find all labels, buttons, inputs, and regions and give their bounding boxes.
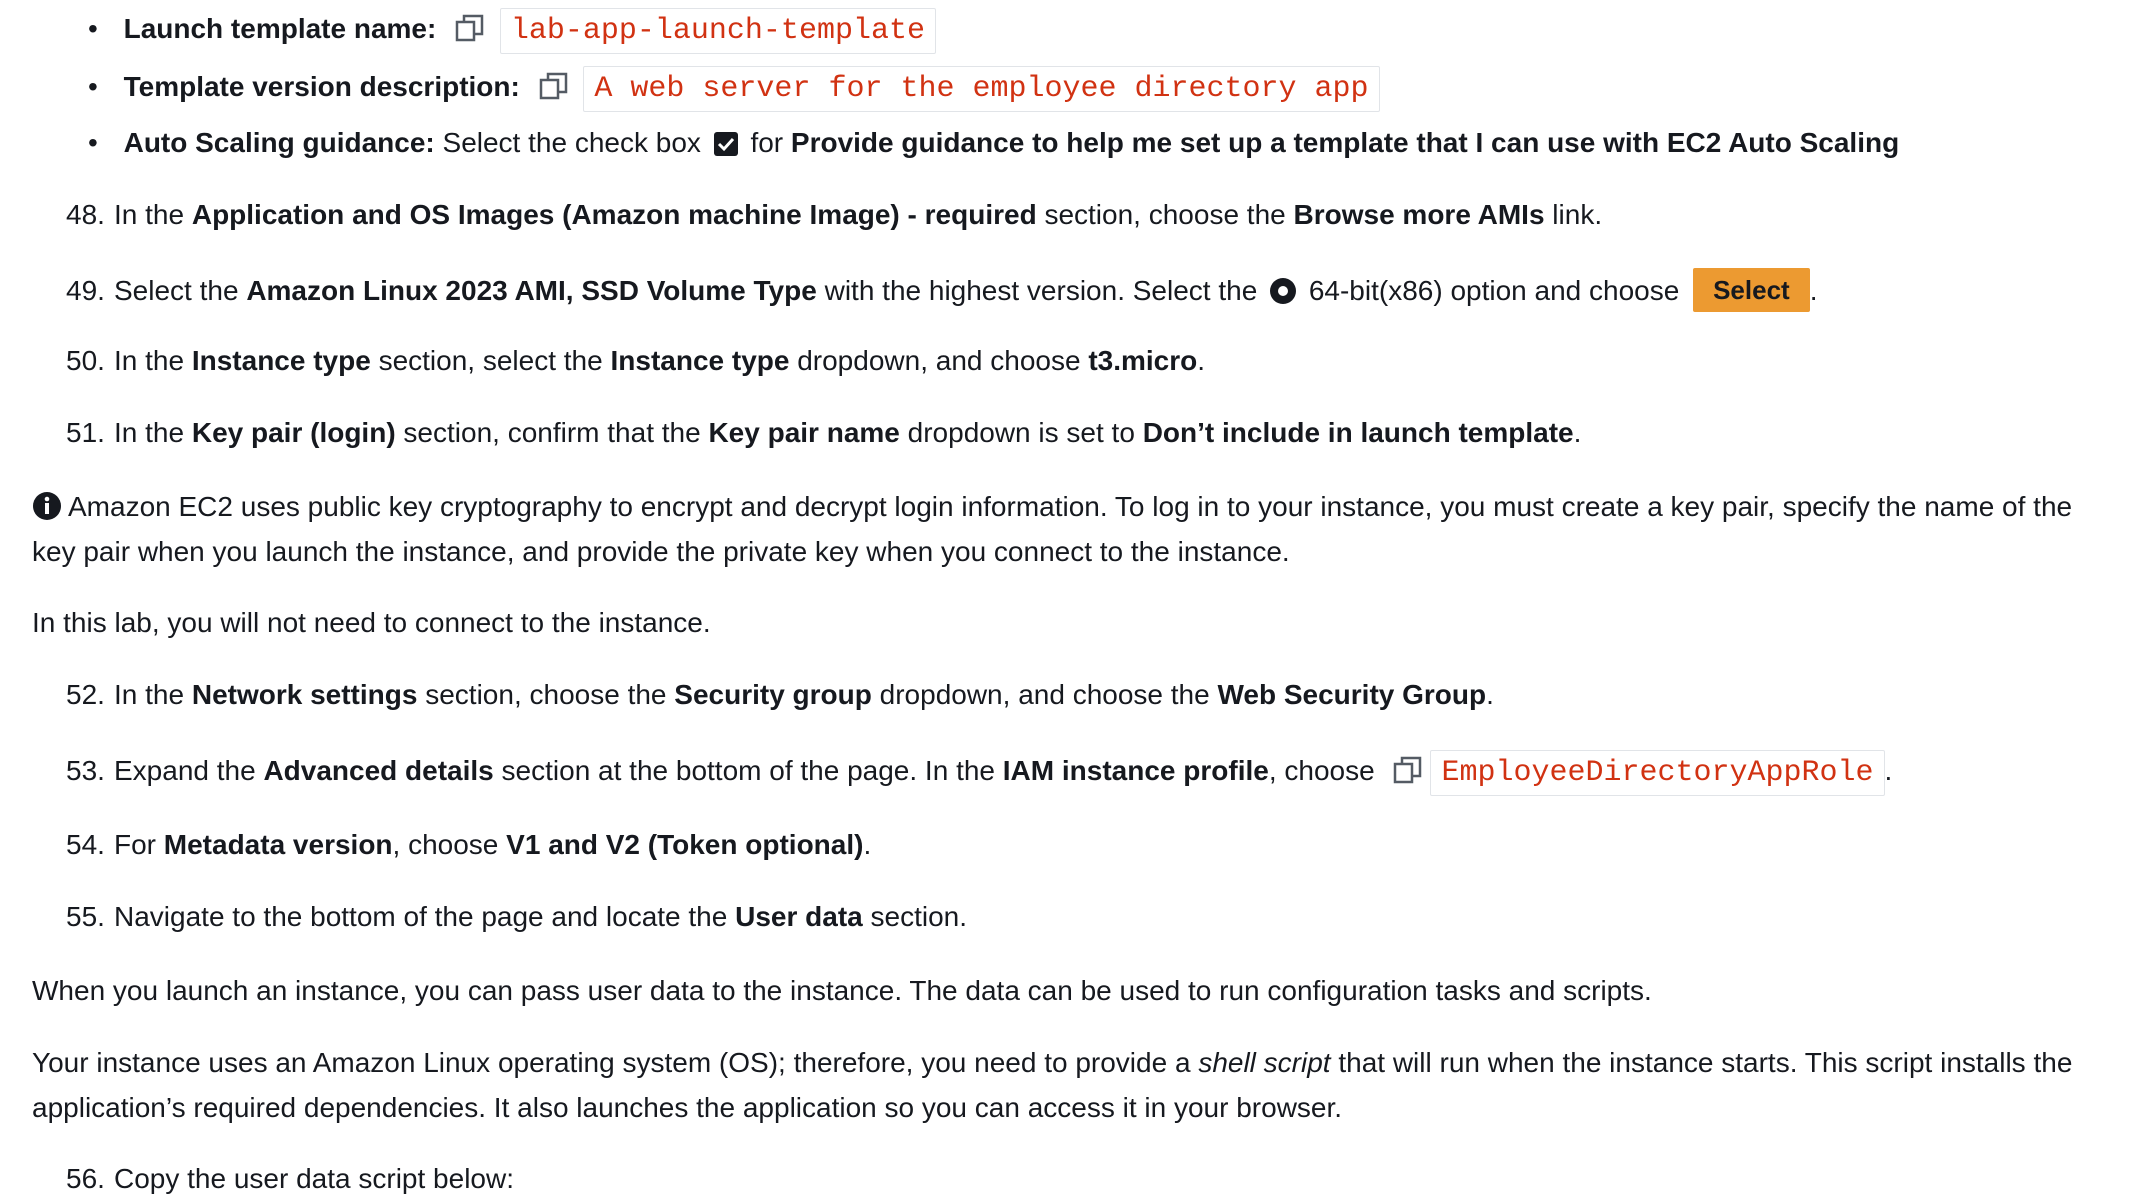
bold-text: Key pair (login) [191, 417, 396, 448]
step-number: 56. [66, 1163, 105, 1194]
info-icon [33, 492, 61, 520]
step-51: 51. In the Key pair (login) section, conf… [66, 414, 1581, 452]
bold-text: t3.micro [1088, 345, 1198, 376]
text: dropdown, and choose [789, 345, 1089, 376]
code-launch-template-name[interactable]: lab-app-launch-template [499, 8, 936, 54]
step-number: 51. [66, 417, 105, 448]
text: Your instance uses an Amazon Linux opera… [32, 1047, 1199, 1078]
text: Select the [114, 275, 247, 306]
text: In this lab, you will not need to connec… [32, 607, 711, 638]
lab-instructions: • Launch template name: lab-app-launch-t… [0, 0, 2132, 1202]
bold-text: Instance type [610, 345, 790, 376]
bold-text: Provide guidance to help me set up a tem… [790, 127, 1900, 158]
text: In the [114, 199, 192, 230]
code-template-version-description[interactable]: A web server for the employee directory … [583, 66, 1380, 112]
text: link. [1544, 199, 1603, 230]
bold-text: Web Security Group [1217, 679, 1487, 710]
text: , choose [392, 829, 507, 860]
bold-text: Advanced details [263, 755, 494, 786]
bold-text: IAM instance profile [1002, 755, 1269, 786]
step-50: 50. In the Instance type section, select … [66, 342, 1205, 380]
step-number: 50. [66, 345, 105, 376]
text: In the [114, 345, 192, 376]
text: Navigate to the bottom of the page and l… [114, 901, 736, 932]
radio-selected-icon [1270, 278, 1297, 304]
step-53: 53. Expand the Advanced details section a… [66, 750, 1892, 796]
text: . [1573, 417, 1582, 448]
text: Expand the [114, 755, 264, 786]
text: . [1884, 755, 1893, 786]
bold-text: V1 and V2 (Token optional) [506, 829, 864, 860]
copy-icon[interactable] [454, 12, 486, 44]
text: . [1486, 679, 1494, 710]
info-paragraph: Amazon EC2 uses public key cryptography … [32, 484, 2122, 574]
bullet-template-version-description: • Template version description: A web se… [88, 66, 1380, 112]
info-text: Amazon EC2 uses public key cryptography … [32, 491, 2073, 567]
bullet-dot: • [88, 71, 98, 102]
step-number: 48. [66, 199, 105, 230]
copy-icon[interactable] [1392, 754, 1424, 786]
step-number: 52. [66, 679, 105, 710]
text: 64-bit(x86) option and choose [1301, 275, 1688, 306]
code-iam-instance-profile[interactable]: EmployeeDirectoryAppRole [1430, 750, 1885, 796]
bold-text: Instance type [191, 345, 371, 376]
bold-text: Browse more AMIs [1293, 199, 1545, 230]
bold-text: Network settings [191, 679, 418, 710]
text: section at the bottom of the page. In th… [493, 755, 1003, 786]
text: for [742, 127, 791, 158]
italic-text: shell script [1198, 1047, 1331, 1078]
text: section, select the [370, 345, 611, 376]
text: . [1197, 345, 1206, 376]
step-54: 54. For Metadata version, choose V1 and V… [66, 826, 871, 864]
text: . [1809, 275, 1818, 306]
bold-text: Key pair name [708, 417, 900, 448]
step-56: 56. Copy the user data script below: [66, 1160, 514, 1198]
text: with the highest version. Select the [816, 275, 1266, 306]
step-number: 49. [66, 275, 105, 306]
text: section. [862, 901, 968, 932]
text: Select the check box [434, 127, 709, 158]
user-data-paragraph: When you launch an instance, you can pas… [32, 972, 1652, 1010]
bold-text: User data [735, 901, 863, 932]
step-number: 55. [66, 901, 105, 932]
text: dropdown is set to [899, 417, 1143, 448]
text: section, choose the [1036, 199, 1294, 230]
no-connect-paragraph: In this lab, you will not need to connec… [32, 604, 711, 642]
text: . [863, 829, 872, 860]
text: For [114, 829, 164, 860]
text: Copy the user data script below: [114, 1163, 514, 1194]
text: When you launch an instance, you can pas… [32, 975, 1652, 1006]
checkbox-checked-icon [713, 132, 738, 156]
step-number: 53. [66, 755, 105, 786]
text: section, choose the [417, 679, 675, 710]
step-52: 52. In the Network settings section, choo… [66, 676, 1494, 714]
copy-icon[interactable] [538, 70, 570, 102]
os-paragraph: Your instance uses an Amazon Linux opera… [32, 1040, 2122, 1130]
label: Auto Scaling guidance: [123, 127, 435, 158]
bullet-dot: • [88, 13, 98, 44]
step-49: 49. Select the Amazon Linux 2023 AMI, SSD… [66, 268, 1817, 312]
label: Template version description: [123, 71, 520, 102]
step-48: 48. In the Application and OS Images (Ama… [66, 196, 1602, 234]
bullet-auto-scaling-guidance: • Auto Scaling guidance: Select the chec… [88, 124, 1899, 162]
select-button[interactable]: Select [1693, 268, 1810, 312]
bold-text: Amazon Linux 2023 AMI, SSD Volume Type [246, 275, 817, 306]
bold-text: Security group [674, 679, 872, 710]
label: Launch template name: [123, 13, 437, 44]
text: section, confirm that the [395, 417, 709, 448]
bullet-launch-template-name: • Launch template name: lab-app-launch-t… [88, 8, 936, 54]
text: In the [114, 679, 192, 710]
text: In the [114, 417, 192, 448]
step-55: 55. Navigate to the bottom of the page an… [66, 898, 967, 936]
bold-text: Metadata version [163, 829, 393, 860]
bold-text: Don’t include in launch template [1142, 417, 1574, 448]
bold-text: Application and OS Images (Amazon machin… [191, 199, 1037, 230]
step-number: 54. [66, 829, 105, 860]
text: , choose [1268, 755, 1383, 786]
bullet-dot: • [88, 127, 98, 158]
text: dropdown, and choose the [871, 679, 1218, 710]
